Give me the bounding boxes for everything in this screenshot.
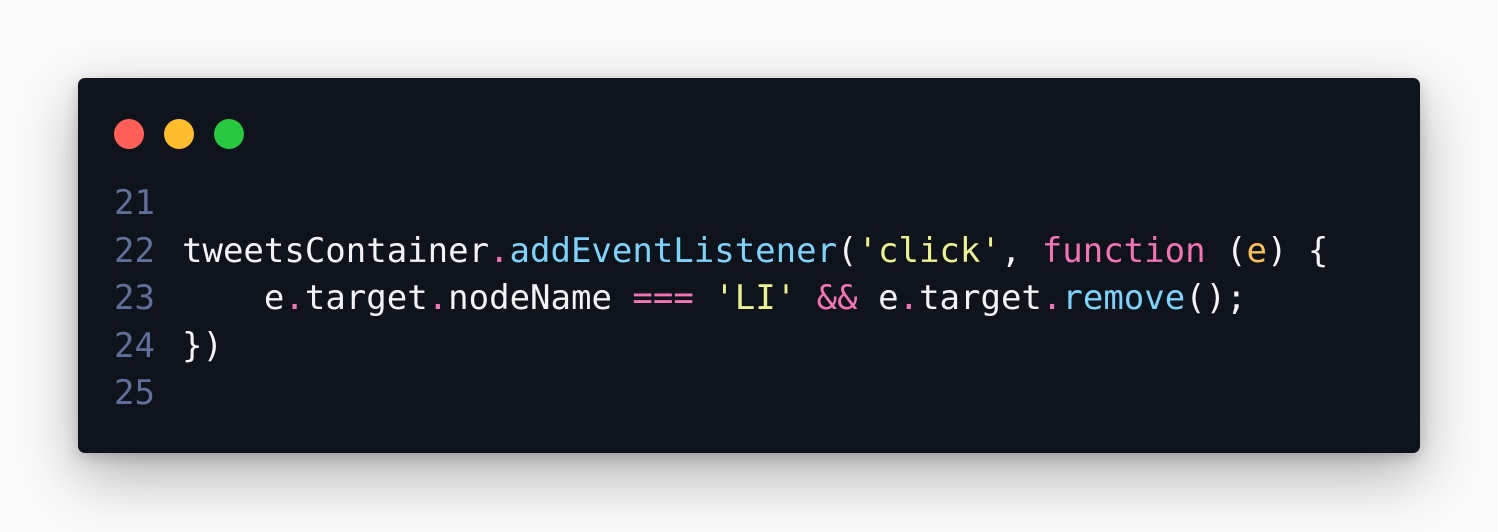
code-token-method: remove [1062, 278, 1186, 318]
code-line: 22 tweetsContainer.addEventListener('cli… [114, 228, 1400, 276]
code-token-plain: ( [1205, 230, 1247, 271]
code-line: 23 e.target.nodeName === 'LI' && e.targe… [114, 275, 1400, 323]
code-token-string: 'click' [857, 230, 1001, 271]
close-dot-icon[interactable] [114, 119, 144, 149]
code-window: 21 22 tweetsContainer.addEventListener('… [78, 78, 1420, 453]
code-token-member: . [898, 278, 920, 318]
code-line-content: tweetsContainer.addEventListener('click'… [182, 228, 1328, 276]
code-token-plain: nodeName [448, 278, 633, 318]
code-block: 21 22 tweetsContainer.addEventListener('… [114, 180, 1400, 418]
code-token-member: . [1041, 278, 1063, 318]
code-token-plain: e [857, 278, 899, 318]
code-token-keyword: function [1041, 230, 1206, 271]
code-token-plain: (); [1185, 278, 1247, 318]
window-controls [114, 119, 244, 149]
minimize-dot-icon[interactable] [164, 119, 194, 149]
code-token-string: 'LI' [714, 278, 797, 318]
code-token-method: addEventListener [509, 230, 838, 271]
code-token-plain: target [304, 278, 428, 318]
code-line-content: e.target.nodeName === 'LI' && e.target.r… [182, 275, 1247, 323]
code-token-plain: ) { [1266, 230, 1329, 271]
code-token-member: . [489, 230, 510, 271]
line-number: 24 [114, 325, 155, 366]
code-token-plain: e [182, 278, 285, 318]
line-number: 21 [114, 183, 155, 223]
code-line: 24 }) [114, 323, 1400, 371]
maximize-dot-icon[interactable] [214, 119, 244, 149]
code-token-member: . [427, 278, 449, 318]
code-token-plain: }) [182, 325, 223, 366]
code-line-content: }) [182, 323, 223, 371]
code-token-plain: target [919, 278, 1042, 318]
code-token-plain: tweetsContainer [182, 230, 490, 271]
code-token-plain: ( [837, 230, 858, 271]
line-number: 25 [114, 373, 155, 413]
code-line: 25 [114, 370, 1400, 418]
line-number: 23 [114, 278, 155, 318]
code-token-operator: && [816, 278, 858, 318]
code-line: 21 [114, 180, 1400, 228]
line-number: 22 [114, 230, 155, 271]
code-token-param: e [1246, 230, 1267, 271]
code-token-member: . [284, 278, 305, 318]
code-token-plain: , [1000, 230, 1042, 271]
code-token-operator: === [632, 278, 694, 318]
